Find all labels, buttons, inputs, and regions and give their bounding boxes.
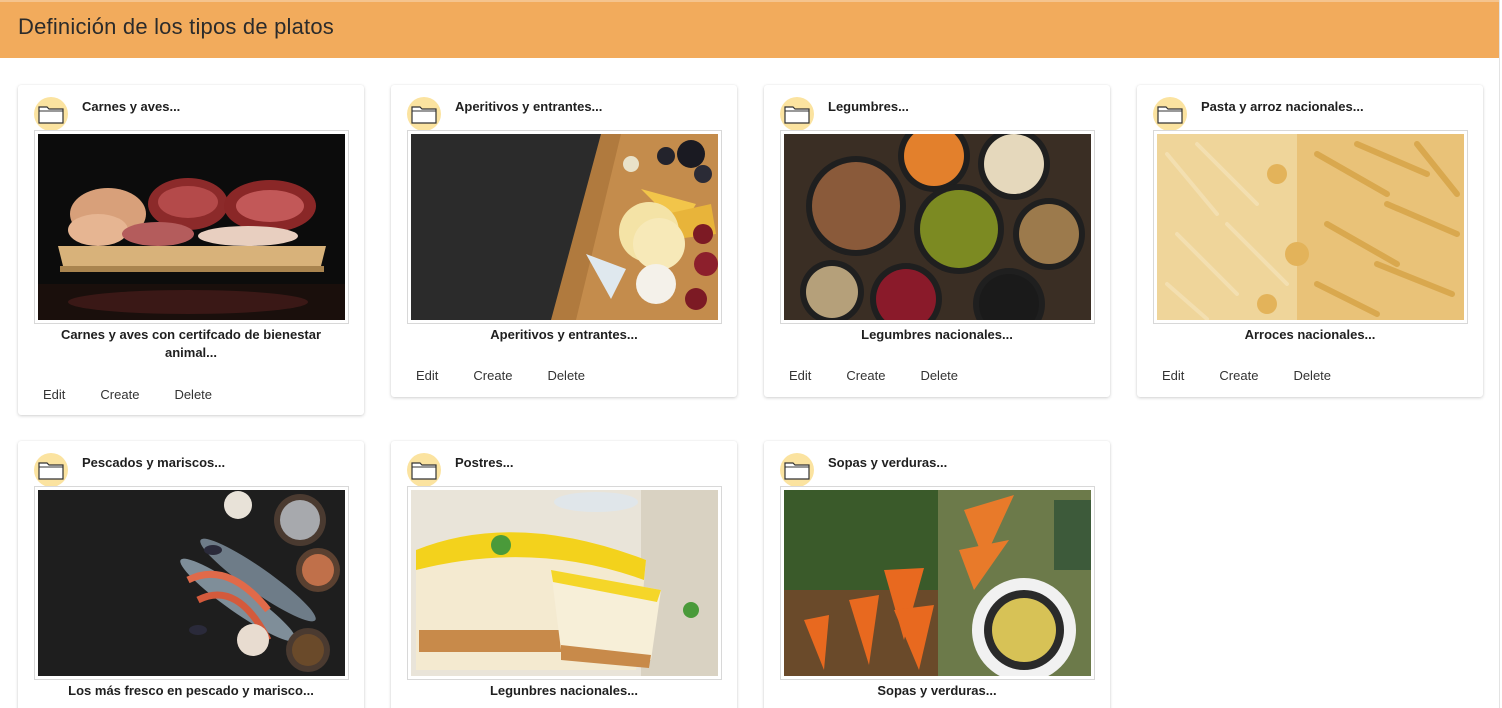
edit-button[interactable]: Edit xyxy=(789,368,811,383)
delete-button[interactable]: Delete xyxy=(1293,368,1331,383)
card-actions: Edit Create Delete xyxy=(416,368,620,383)
card-title: Postres... xyxy=(455,455,514,470)
carrots-soup-photo xyxy=(780,486,1095,680)
folder-icon xyxy=(1153,97,1187,131)
dish-type-card: Legumbres... Legumbres nacionales... Edi… xyxy=(764,85,1110,397)
card-title: Aperitivos y entrantes... xyxy=(455,99,603,114)
card-description: Aperitivos y entrantes... xyxy=(490,327,638,342)
edit-button[interactable]: Edit xyxy=(416,368,438,383)
folder-icon xyxy=(780,97,814,131)
card-title: Pasta y arroz nacionales... xyxy=(1201,99,1364,114)
folder-icon xyxy=(407,97,441,131)
delete-button[interactable]: Delete xyxy=(547,368,585,383)
create-button[interactable]: Create xyxy=(1219,368,1258,383)
card-description: Carnes y aves con certifcado de bienesta… xyxy=(60,327,322,360)
card-description: Legumbres nacionales... xyxy=(861,327,1013,342)
dish-type-card: Aperitivos y entrantes... Aperitivos y e… xyxy=(391,85,737,397)
edit-button[interactable]: Edit xyxy=(1162,368,1184,383)
page-edge-divider xyxy=(1499,0,1500,708)
delete-button[interactable]: Delete xyxy=(174,387,212,402)
dish-type-card: Pescados y mariscos... Los más fresco en… xyxy=(18,441,364,708)
cheese-board-photo xyxy=(407,130,722,324)
card-description: Legunbres nacionales... xyxy=(489,683,639,698)
card-title: Legumbres... xyxy=(828,99,909,114)
card-description: Sopas y verduras... xyxy=(877,683,997,698)
delete-button[interactable]: Delete xyxy=(920,368,958,383)
seafood-photo xyxy=(34,486,349,680)
dish-type-card: Pasta y arroz nacionales... Arroces naci… xyxy=(1137,85,1483,397)
card-title: Carnes y aves... xyxy=(82,99,181,114)
page-header: Definición de los tipos de platos xyxy=(0,0,1500,58)
meat-photo xyxy=(34,130,349,324)
page-title: Definición de los tipos de platos xyxy=(18,14,335,39)
card-description: Los más fresco en pescado y marisco... xyxy=(68,683,314,698)
create-button[interactable]: Create xyxy=(100,387,139,402)
card-actions: Edit Create Delete xyxy=(43,387,247,402)
cheesecake-photo xyxy=(407,486,722,680)
legumes-bowls-photo xyxy=(780,130,1095,324)
dish-type-card: Carnes y aves... Carnes y aves con certi… xyxy=(18,85,364,415)
create-button[interactable]: Create xyxy=(846,368,885,383)
card-actions: Edit Create Delete xyxy=(1162,368,1366,383)
card-description: Arroces nacionales... xyxy=(1244,327,1376,342)
folder-icon xyxy=(780,453,814,487)
dish-type-card: Sopas y verduras... Sopas y verduras... xyxy=(764,441,1110,708)
edit-button[interactable]: Edit xyxy=(43,387,65,402)
card-title: Pescados y mariscos... xyxy=(82,455,226,470)
create-button[interactable]: Create xyxy=(473,368,512,383)
card-title: Sopas y verduras... xyxy=(828,455,948,470)
folder-icon xyxy=(34,453,68,487)
dish-type-card: Postres... Legunbres nacionales... xyxy=(391,441,737,708)
folder-icon xyxy=(407,453,441,487)
folder-icon xyxy=(34,97,68,131)
card-actions: Edit Create Delete xyxy=(789,368,993,383)
pasta-photo xyxy=(1153,130,1468,324)
